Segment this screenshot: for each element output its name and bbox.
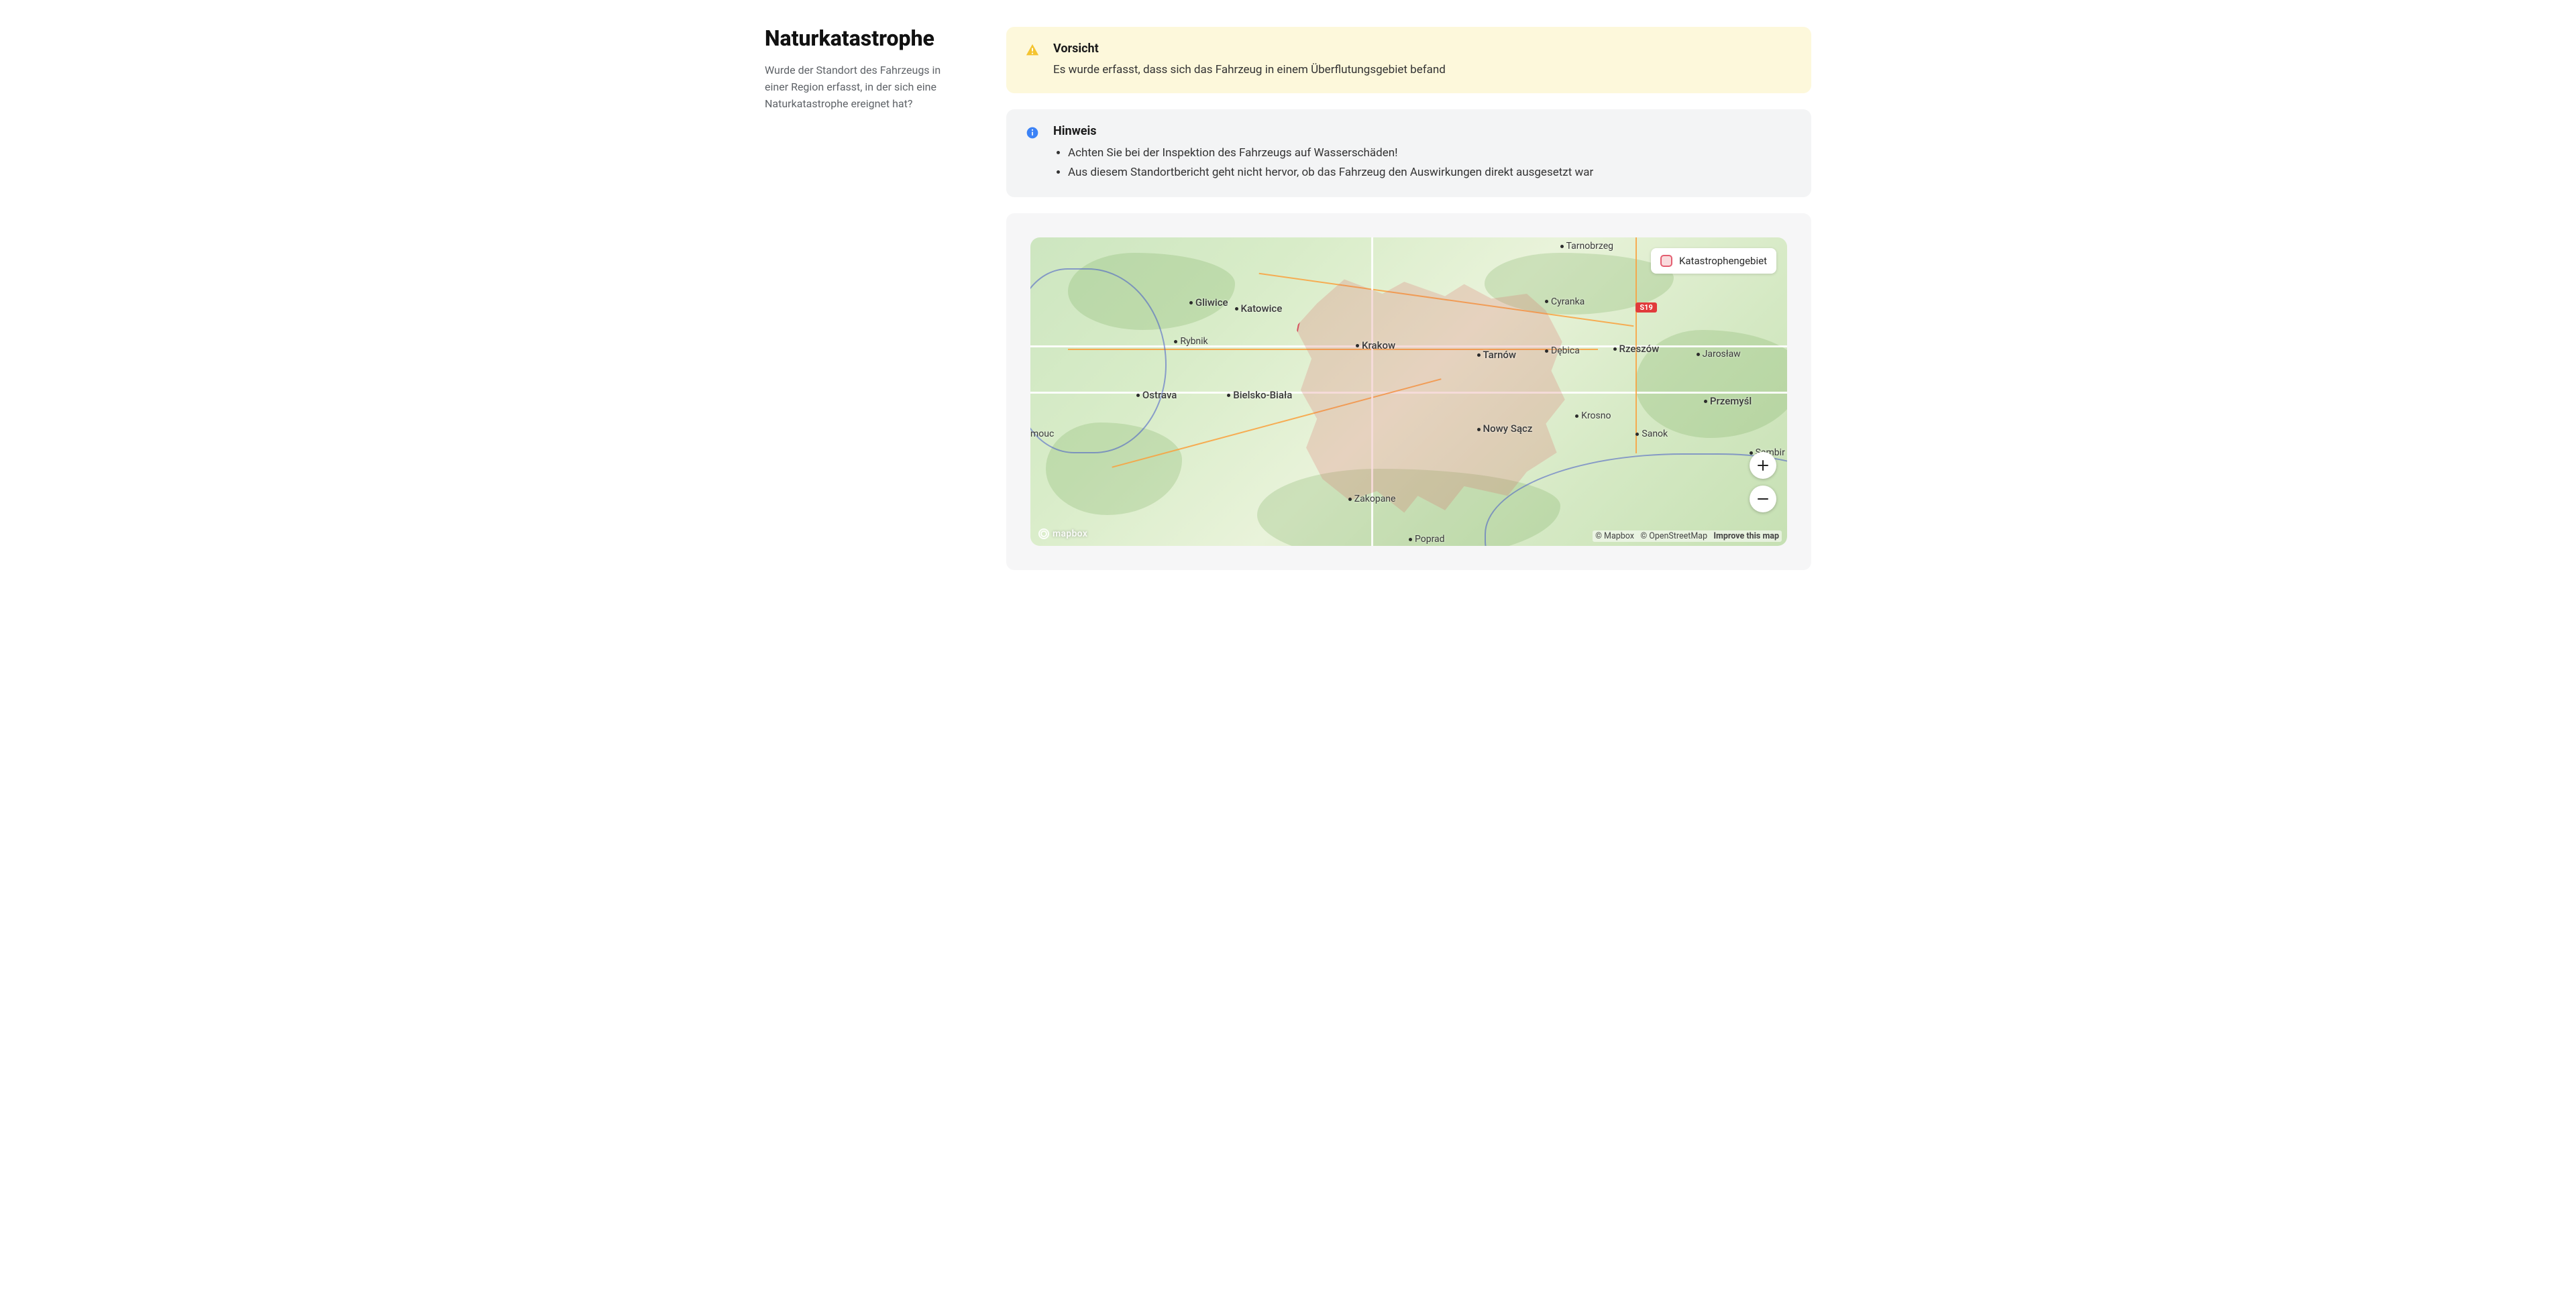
main-content: Vorsicht Es wurde erfasst, dass sich das… [1006, 27, 1811, 570]
city-label: Ostrava [1136, 389, 1177, 401]
alert-warning-title: Vorsicht [1053, 42, 1792, 56]
attribution-mapbox-link[interactable]: © Mapbox [1595, 531, 1634, 541]
list-item: Achten Sie bei der Inspektion des Fahrze… [1068, 144, 1792, 163]
warning-icon [1025, 43, 1040, 58]
mapbox-logo-text: mapbox [1053, 528, 1087, 539]
city-label: Bielsko-Biała [1227, 389, 1292, 401]
city-label: Jarosław [1697, 349, 1741, 359]
city-label: Cyranka [1545, 296, 1585, 307]
alert-info-body: Hinweis Achten Sie bei der Inspektion de… [1053, 124, 1792, 182]
city-label: mouc [1030, 429, 1054, 439]
city-label: Sanok [1635, 429, 1668, 439]
city-label: Rybnik [1174, 336, 1208, 347]
zoom-controls [1750, 452, 1776, 512]
legend-label: Katastrophengebiet [1679, 255, 1767, 267]
city-label: Tarnów [1477, 349, 1517, 361]
mapbox-logo-icon [1038, 528, 1049, 539]
city-label: Poprad [1409, 534, 1445, 545]
road-badge: S19 [1635, 302, 1656, 313]
page-title: Naturkatastrophe [765, 27, 966, 50]
minus-icon [1757, 493, 1769, 505]
sidebar: Naturkatastrophe Wurde der Standort des … [765, 27, 966, 570]
alert-info: Hinweis Achten Sie bei der Inspektion de… [1006, 109, 1811, 197]
city-label: Gliwice [1189, 296, 1228, 308]
info-icon [1025, 125, 1040, 140]
alert-info-title: Hinweis [1053, 124, 1792, 138]
attribution-osm-link[interactable]: © OpenStreetMap [1640, 531, 1707, 541]
city-label: Krakow [1356, 339, 1395, 351]
city-label: Zakopane [1348, 494, 1396, 504]
city-label: Tarnobrzeg [1560, 241, 1613, 251]
plus-icon [1757, 459, 1769, 471]
map-legend: Katastrophengebiet [1651, 248, 1776, 274]
page-subtitle: Wurde der Standort des Fahrzeugs in eine… [765, 62, 966, 112]
city-label: Rzeszów [1613, 343, 1660, 355]
map-attribution: © Mapbox © OpenStreetMap Improve this ma… [1593, 530, 1782, 542]
city-label: Przemyśl [1704, 395, 1752, 407]
alert-info-list: Achten Sie bei der Inspektion des Fahrze… [1053, 144, 1792, 182]
city-label: Dębica [1545, 345, 1580, 356]
city-label: Katowice [1235, 302, 1283, 315]
map[interactable]: Tarnobrzeg Gliwice Katowice Cyranka Rybn… [1030, 237, 1787, 546]
alert-warning: Vorsicht Es wurde erfasst, dass sich das… [1006, 27, 1811, 93]
mapbox-logo[interactable]: mapbox [1038, 528, 1087, 539]
map-card: Tarnobrzeg Gliwice Katowice Cyranka Rybn… [1006, 213, 1811, 570]
city-label: Nowy Sącz [1477, 423, 1533, 435]
page-root: Naturkatastrophe Wurde der Standort des … [765, 27, 1811, 570]
alert-warning-body: Vorsicht Es wurde erfasst, dass sich das… [1053, 42, 1792, 78]
alert-warning-text: Es wurde erfasst, dass sich das Fahrzeug… [1053, 61, 1792, 78]
list-item: Aus diesem Standortbericht geht nicht he… [1068, 163, 1792, 182]
city-label: Krosno [1575, 410, 1611, 421]
legend-swatch-icon [1660, 255, 1672, 267]
disaster-area-overlay [1295, 274, 1568, 515]
zoom-out-button[interactable] [1750, 486, 1776, 512]
attribution-improve-link[interactable]: Improve this map [1713, 531, 1779, 541]
zoom-in-button[interactable] [1750, 452, 1776, 479]
